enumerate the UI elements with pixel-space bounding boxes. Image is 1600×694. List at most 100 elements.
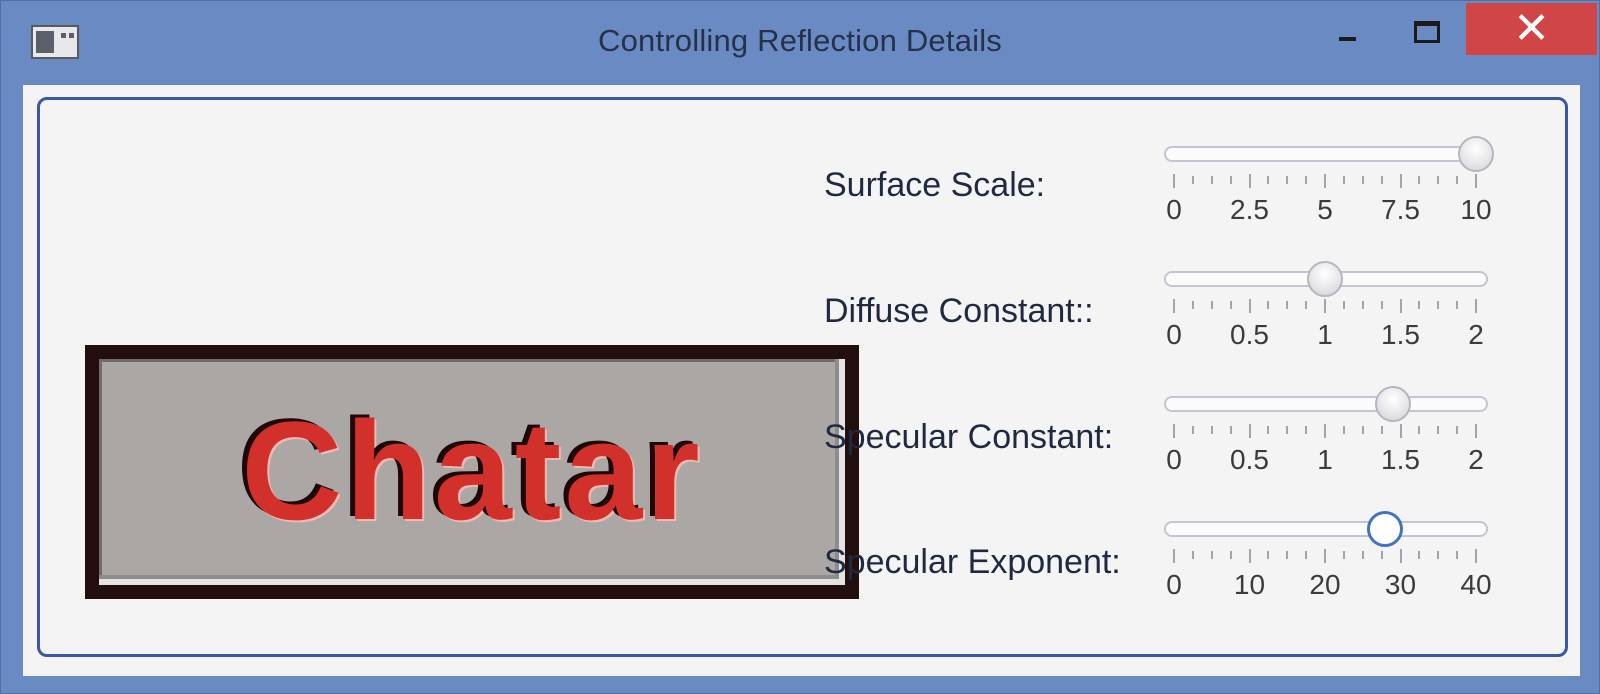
slider-track[interactable]: [1164, 521, 1488, 537]
specular-exponent-slider[interactable]: 0 10 20 30 40: [1156, 503, 1516, 603]
tick-label: 1.5: [1381, 319, 1420, 350]
maximize-icon: [1414, 21, 1440, 43]
surface-scale-slider[interactable]: 0 2.5 5 7.5 10: [1156, 128, 1516, 228]
major-tick: [1248, 174, 1251, 188]
minor-tick: [1361, 426, 1364, 434]
minor-tick: [1380, 426, 1383, 434]
minor-tick: [1361, 301, 1364, 309]
tick-label: 0.5: [1230, 444, 1269, 475]
tick-label: 5: [1317, 194, 1333, 225]
major-tick: [1324, 174, 1326, 188]
major-tick: [1399, 174, 1402, 188]
tick-label: 0: [1166, 194, 1182, 225]
tick-label: 1.5: [1381, 444, 1420, 475]
client-area: Chatar Surface Scale: 0 2.5 5 7.5 10 Diffuse…: [23, 85, 1580, 676]
maximize-button[interactable]: [1393, 3, 1457, 55]
minor-tick: [1210, 426, 1213, 434]
minor-tick: [1229, 551, 1232, 559]
minor-tick: [1229, 301, 1232, 309]
slider-thumb[interactable]: [1307, 261, 1343, 297]
minor-tick: [1191, 426, 1194, 434]
major-tick: [1475, 424, 1477, 438]
surface-scale-label: Surface Scale:: [824, 166, 1046, 204]
minor-tick: [1342, 301, 1345, 309]
minor-tick: [1418, 301, 1421, 309]
minor-tick: [1361, 176, 1364, 184]
minor-tick: [1210, 176, 1213, 184]
minor-tick: [1437, 176, 1440, 184]
minor-tick: [1380, 176, 1383, 184]
major-tick: [1248, 424, 1251, 438]
app-window: Controlling Reflection Details ✕ Chatar …: [0, 0, 1600, 694]
tick-label: 1: [1317, 444, 1333, 475]
major-tick: [1248, 299, 1251, 313]
minimize-icon: [1339, 37, 1356, 41]
tick-label: 10: [1460, 194, 1492, 225]
minimize-button[interactable]: [1317, 3, 1381, 55]
preview-text: Chatar: [241, 392, 703, 549]
tick-label: 2.5: [1230, 194, 1269, 225]
minor-tick: [1286, 301, 1289, 309]
slider-thumb[interactable]: [1458, 136, 1494, 172]
minor-tick: [1361, 551, 1364, 559]
preview-surface: Chatar: [99, 359, 845, 585]
title-bar[interactable]: Controlling Reflection Details ✕: [1, 1, 1599, 85]
tick-label: 40: [1460, 569, 1492, 600]
major-tick: [1399, 299, 1402, 313]
major-tick: [1475, 174, 1477, 188]
major-tick: [1324, 424, 1326, 438]
minor-tick: [1342, 176, 1345, 184]
major-tick: [1173, 299, 1175, 313]
tick-label: 30: [1384, 569, 1417, 600]
lighting-preview: Chatar: [85, 345, 859, 599]
diffuse-constant-slider[interactable]: 0 0.5 1 1.5 2: [1156, 253, 1516, 353]
minor-tick: [1191, 176, 1194, 184]
minor-tick: [1437, 426, 1440, 434]
minor-tick: [1305, 176, 1308, 184]
major-tick: [1173, 549, 1175, 563]
minor-tick: [1456, 176, 1459, 184]
minor-tick: [1418, 426, 1421, 434]
major-tick: [1475, 549, 1477, 563]
minor-tick: [1286, 426, 1289, 434]
minor-tick: [1305, 426, 1308, 434]
minor-tick: [1210, 301, 1213, 309]
major-tick: [1173, 424, 1175, 438]
major-tick: [1248, 549, 1251, 563]
tick-label: 7.5: [1381, 194, 1420, 225]
specular-constant-slider[interactable]: 0 0.5 1 1.5 2: [1156, 378, 1516, 478]
minor-tick: [1418, 176, 1421, 184]
slider-thumb[interactable]: [1367, 511, 1404, 547]
close-button[interactable]: ✕: [1466, 3, 1597, 55]
slider-track[interactable]: [1164, 146, 1488, 162]
major-tick: [1173, 174, 1175, 188]
tick-label: 0: [1166, 444, 1182, 475]
specular-constant-label: Specular Constant:: [824, 418, 1114, 456]
minor-tick: [1286, 176, 1289, 184]
minor-tick: [1229, 426, 1232, 434]
minor-tick: [1342, 426, 1345, 434]
minor-tick: [1267, 551, 1270, 559]
tick-label: 10: [1233, 569, 1266, 600]
major-tick: [1324, 299, 1326, 313]
minor-tick: [1267, 176, 1270, 184]
slider-track[interactable]: [1164, 396, 1488, 412]
minor-tick: [1380, 301, 1383, 309]
tick-label: 2: [1468, 444, 1484, 475]
minor-tick: [1437, 551, 1440, 559]
diffuse-constant-label: Diffuse Constant::: [824, 292, 1094, 330]
tick-label: 0: [1166, 569, 1182, 600]
minor-tick: [1437, 301, 1440, 309]
minor-tick: [1286, 551, 1289, 559]
tick-label: 1: [1317, 319, 1333, 350]
minor-tick: [1342, 551, 1345, 559]
minor-tick: [1456, 426, 1459, 434]
slider-thumb[interactable]: [1374, 386, 1411, 422]
content-frame: Chatar Surface Scale: 0 2.5 5 7.5 10 Diffuse…: [37, 97, 1568, 657]
minor-tick: [1456, 551, 1459, 559]
tick-label: 0: [1166, 319, 1182, 350]
tick-label: 20: [1309, 569, 1341, 600]
minor-tick: [1305, 301, 1308, 309]
minor-tick: [1229, 176, 1232, 184]
tick-label: 0.5: [1230, 319, 1269, 350]
